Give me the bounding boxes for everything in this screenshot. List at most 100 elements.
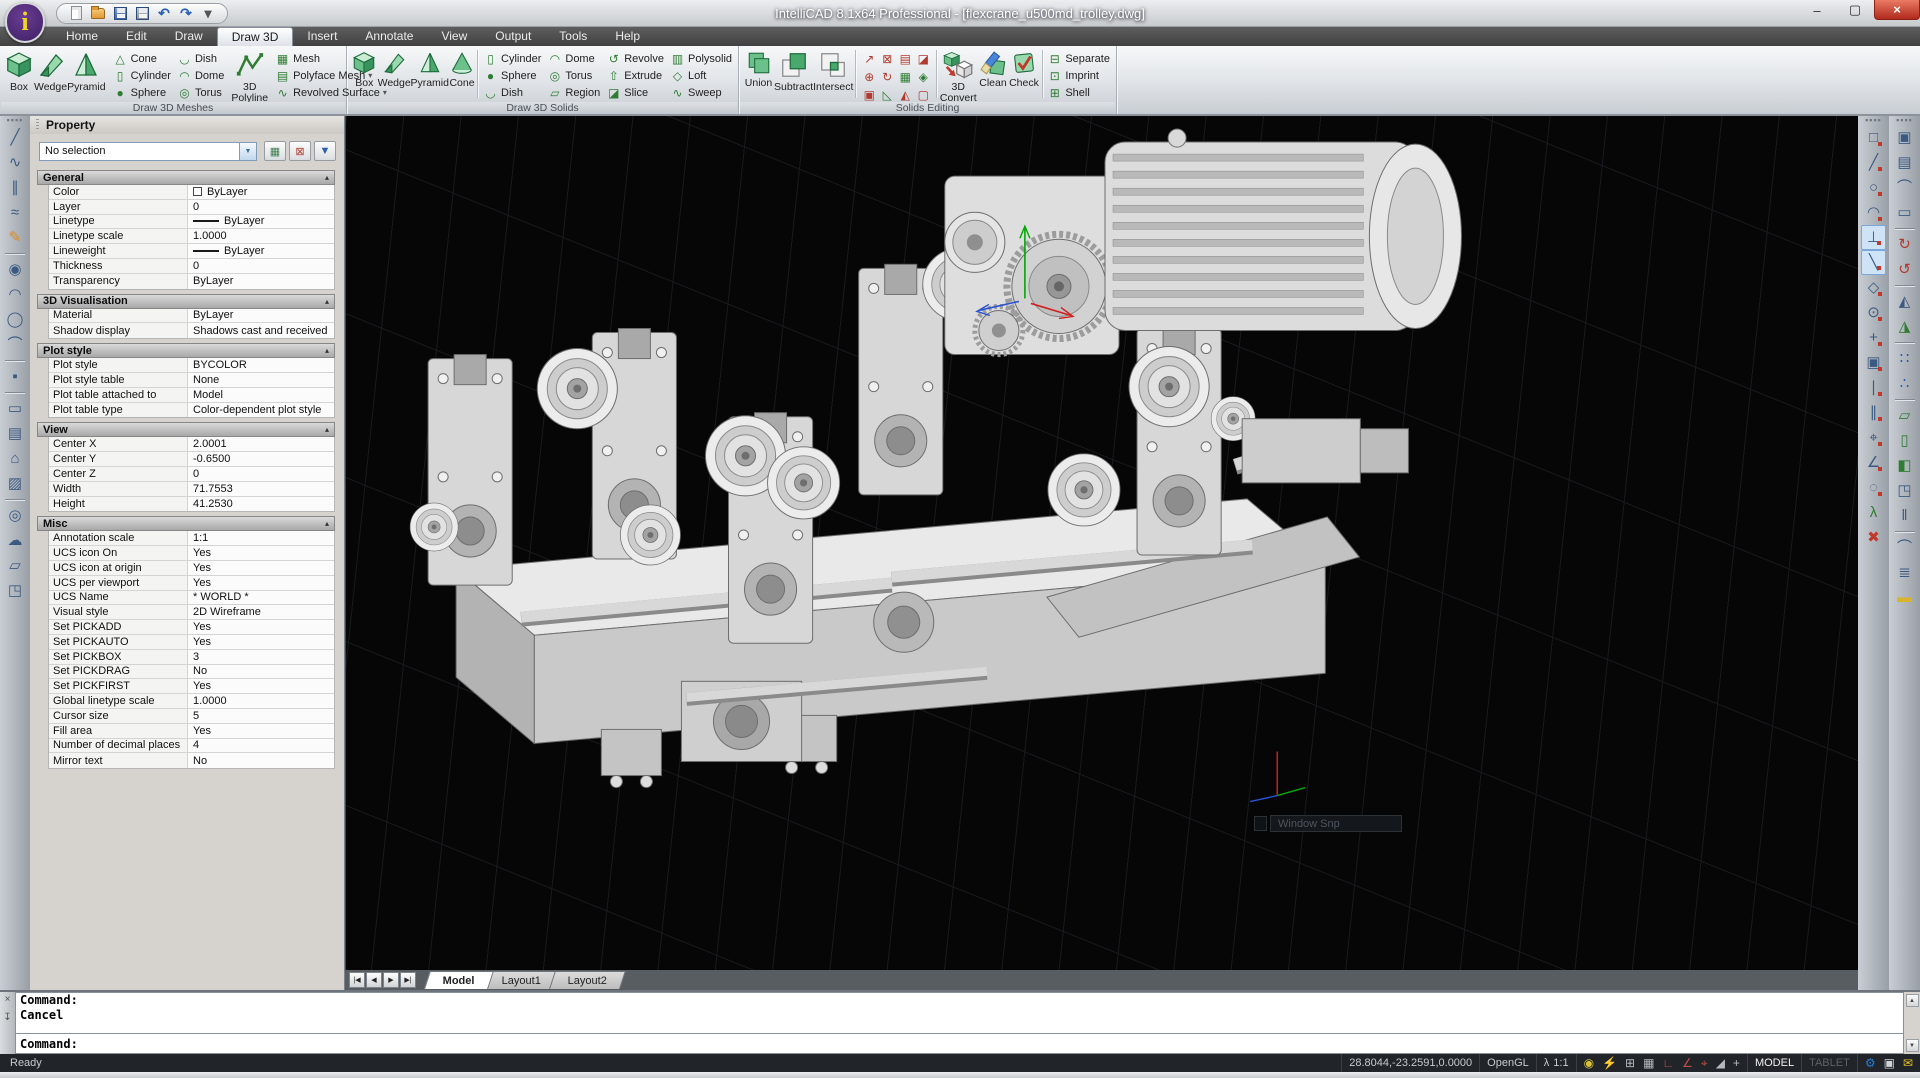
property-value[interactable]: Yes bbox=[188, 546, 334, 560]
settings-gear-icon[interactable]: ⚙ bbox=[1861, 1056, 1880, 1070]
toolbar-grip[interactable]: ▪▪▪▪ bbox=[1865, 117, 1882, 125]
snap-extension-button[interactable]: ⌖ bbox=[1861, 425, 1886, 450]
ribbon-button-cylinder[interactable]: ▯Cylinder bbox=[110, 67, 174, 84]
property-value[interactable]: Shadows cast and received bbox=[188, 323, 334, 338]
sheet-nav-button-1[interactable]: ◀ bbox=[366, 972, 382, 988]
minimize-button[interactable]: – bbox=[1798, 0, 1836, 20]
sheet-tab-layout2[interactable]: Layout2 bbox=[549, 971, 626, 989]
multiline-button[interactable]: ▤ bbox=[3, 421, 28, 446]
ribbon-button-loft[interactable]: ◇Loft bbox=[667, 67, 735, 84]
collapse-arrow-icon[interactable]: ▴ bbox=[325, 346, 329, 355]
property-value[interactable]: 3 bbox=[188, 650, 334, 664]
pin-icon[interactable]: ↧ bbox=[3, 1012, 11, 1023]
snap-apparent-button[interactable]: ∠ bbox=[1861, 450, 1886, 475]
property-value[interactable]: 4 bbox=[188, 739, 334, 753]
model-space-toggle[interactable]: MODEL bbox=[1747, 1054, 1801, 1072]
collapse-arrow-icon[interactable]: ▴ bbox=[325, 425, 329, 434]
subtract-button[interactable]: Subtract bbox=[774, 47, 813, 101]
window-resize-edge[interactable] bbox=[0, 1072, 1920, 1078]
esnap-icon[interactable]: ◢ bbox=[1712, 1056, 1729, 1070]
solid-wedge-button[interactable]: Wedge bbox=[378, 47, 411, 101]
polyline-button[interactable]: ∿ bbox=[3, 150, 28, 175]
sheet-tab-layout1[interactable]: Layout1 bbox=[483, 971, 560, 989]
check-button[interactable]: Check bbox=[1008, 47, 1039, 101]
undo-button[interactable]: ↶ bbox=[155, 5, 173, 22]
join-button[interactable]: ⌒ bbox=[1892, 175, 1917, 200]
move-faces-button[interactable]: ⊠ bbox=[878, 50, 896, 68]
color-faces-button[interactable]: ◈ bbox=[914, 68, 932, 86]
line-button[interactable]: ╱ bbox=[3, 125, 28, 150]
revision-cloud-button[interactable]: ☁ bbox=[3, 528, 28, 553]
renderer-label[interactable]: OpenGL bbox=[1479, 1054, 1536, 1072]
polar-icon[interactable]: ∠ bbox=[1678, 1056, 1697, 1070]
ribbon-button-dome[interactable]: ◠Dome bbox=[544, 50, 603, 67]
donut-button[interactable]: ◎ bbox=[3, 503, 28, 528]
maximize-button[interactable]: ▢ bbox=[1836, 0, 1874, 20]
arc-continue-button[interactable]: ⌒ bbox=[3, 332, 28, 357]
solid-box-button[interactable]: Box bbox=[351, 47, 378, 101]
mesh-wedge-button[interactable]: Wedge bbox=[34, 47, 67, 101]
snap-tracking-button[interactable]: λ bbox=[1861, 500, 1886, 525]
double-line-button[interactable]: ∥ bbox=[3, 175, 28, 200]
property-section-view[interactable]: View▴ bbox=[37, 422, 335, 437]
annotation-scale[interactable]: λ 1:1 bbox=[1536, 1054, 1576, 1072]
close-button[interactable]: × bbox=[1874, 0, 1920, 20]
snap-tangent-button[interactable]: ╲ bbox=[1861, 250, 1886, 275]
chevron-down-icon[interactable]: ▼ bbox=[239, 143, 256, 160]
snap-from-button[interactable]: ◌ bbox=[1861, 475, 1886, 500]
menu-item-home[interactable]: Home bbox=[52, 27, 112, 46]
snap-icon[interactable]: ⊞ bbox=[1621, 1056, 1639, 1070]
drawing-viewport[interactable]: Window Snp bbox=[345, 116, 1858, 970]
solid-pyramid-button[interactable]: Pyramid bbox=[411, 47, 449, 101]
ribbon-button-cone[interactable]: △Cone bbox=[110, 50, 174, 67]
ribbon-button-dome[interactable]: ◠Dome bbox=[174, 67, 227, 84]
taper-faces-button[interactable]: ↻ bbox=[878, 68, 896, 86]
quick-select-button[interactable]: ▦ bbox=[264, 141, 286, 161]
property-value[interactable]: 1:1 bbox=[188, 531, 334, 545]
menu-item-tools[interactable]: Tools bbox=[545, 27, 601, 46]
boundary-button[interactable]: ◳ bbox=[3, 578, 28, 603]
mail-icon[interactable]: ✉ bbox=[1899, 1056, 1917, 1070]
sheet-tab-model[interactable]: Model bbox=[424, 971, 494, 989]
copy-faces-button[interactable]: ▦ bbox=[896, 68, 914, 86]
annotation-visibility-icon[interactable]: ◉ bbox=[1580, 1056, 1598, 1070]
snap-nearest-button[interactable]: ╱ bbox=[1861, 150, 1886, 175]
3d-polyline-button[interactable]: 3D Polyline bbox=[231, 47, 268, 101]
property-value[interactable]: * WORLD * bbox=[188, 591, 334, 605]
property-value[interactable]: 2.0001 bbox=[188, 437, 334, 451]
ribbon-button-separate[interactable]: ⊟Separate bbox=[1044, 50, 1113, 67]
snap-node-button[interactable]: ⊙ bbox=[1861, 300, 1886, 325]
property-value[interactable]: ByLayer bbox=[188, 274, 334, 289]
command-history[interactable]: Command:Cancel bbox=[15, 992, 1904, 1034]
toolbar-grip[interactable]: ▪▪▪▪ bbox=[7, 117, 24, 125]
rotate-button[interactable]: ↻ bbox=[1892, 232, 1917, 257]
snap-midpoint-button[interactable]: ∣ bbox=[1861, 375, 1886, 400]
qat-customize-button[interactable]: ▾ bbox=[199, 5, 217, 22]
property-value[interactable]: Yes bbox=[188, 679, 334, 693]
scroll-up-icon[interactable]: ▲ bbox=[1906, 994, 1919, 1007]
property-section-misc[interactable]: Misc▴ bbox=[37, 516, 335, 531]
property-value[interactable]: ByLayer bbox=[188, 309, 334, 323]
property-value[interactable]: -0.6500 bbox=[188, 452, 334, 466]
property-section-3d-visualisation[interactable]: 3D Visualisation▴ bbox=[37, 294, 335, 309]
ribbon-button-shell[interactable]: ⊞Shell bbox=[1044, 84, 1113, 101]
property-value[interactable]: 2D Wireframe bbox=[188, 605, 334, 619]
menu-item-output[interactable]: Output bbox=[481, 27, 545, 46]
property-value[interactable]: 1.0000 bbox=[188, 694, 334, 708]
intellicad-logo-icon[interactable]: i bbox=[5, 2, 45, 43]
snap-perpendicular-button[interactable]: ⊥ bbox=[1861, 225, 1886, 250]
arc-button[interactable]: ◠ bbox=[3, 282, 28, 307]
mirror-3d-button[interactable]: ◮ bbox=[1892, 314, 1917, 339]
deselect-button[interactable]: ⊠ bbox=[289, 141, 311, 161]
menu-item-insert[interactable]: Insert bbox=[293, 27, 351, 46]
snap-clear-all-button[interactable]: ✖ bbox=[1861, 525, 1886, 550]
command-scrollbar[interactable]: ▲ ▼ bbox=[1904, 992, 1920, 1054]
property-value[interactable]: Yes bbox=[188, 561, 334, 575]
ribbon-button-imprint[interactable]: ⊡Imprint bbox=[1044, 67, 1113, 84]
union-button[interactable]: Union bbox=[743, 47, 774, 101]
property-value[interactable]: 71.7553 bbox=[188, 482, 334, 496]
menu-item-draw[interactable]: Draw bbox=[161, 27, 217, 46]
edit-polyline-button[interactable]: ▭ bbox=[1892, 200, 1917, 225]
solid-cone-button[interactable]: Cone bbox=[449, 47, 476, 101]
rectangle-button[interactable]: ▭ bbox=[3, 396, 28, 421]
